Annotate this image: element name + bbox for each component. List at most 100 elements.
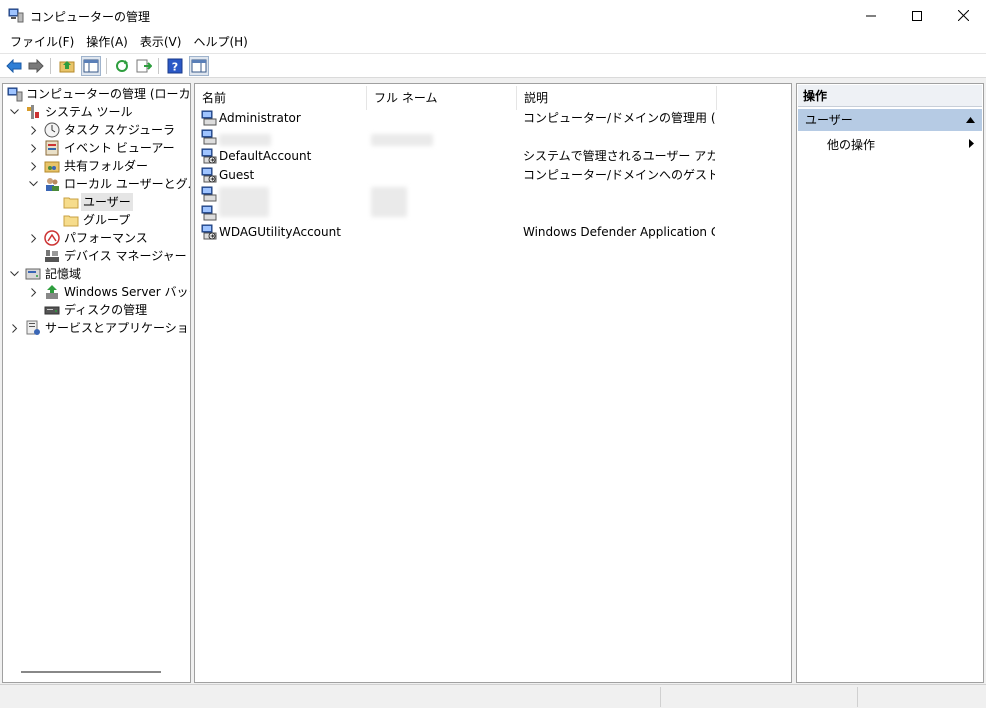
up-folder-icon	[59, 61, 75, 73]
disk-icon	[44, 306, 60, 315]
table-row[interactable]: DefaultAccount システムで管理されるユーザー アカウン...	[199, 147, 789, 166]
tree-label: 共有フォルダー	[64, 159, 149, 173]
clock-icon	[44, 122, 60, 138]
export-list-icon	[136, 59, 152, 73]
user-description: Windows Defender Application G...	[523, 225, 715, 239]
chevron-right-icon[interactable]	[10, 323, 20, 333]
help-button[interactable]: ?	[166, 57, 184, 75]
chevron-right-icon[interactable]	[29, 233, 39, 243]
forward-button[interactable]	[27, 57, 45, 75]
maximize-button[interactable]	[894, 0, 940, 31]
menu-view[interactable]: 表示(V)	[134, 31, 188, 53]
collapse-triangle-icon[interactable]	[966, 117, 975, 123]
user-disabled-icon	[201, 224, 217, 240]
user-list: 名前 フル ネーム 説明 Administrator コンピューター/ドメインの…	[194, 83, 792, 683]
shared-folder-icon	[44, 161, 60, 173]
maximize-icon	[912, 10, 922, 21]
tree-label: コンピューターの管理 (ローカル)	[26, 87, 191, 101]
user-disabled-icon	[201, 148, 217, 164]
user-icon	[201, 110, 217, 126]
tree-item-shared-folders[interactable]: 共有フォルダー	[3, 157, 190, 175]
action-section-users[interactable]: ユーザー	[798, 109, 982, 131]
tree-item-groups[interactable]: グループ	[3, 211, 190, 229]
performance-icon	[44, 230, 60, 246]
action-more-actions[interactable]: 他の操作	[827, 136, 875, 154]
device-manager-icon	[45, 250, 59, 262]
menu-file[interactable]: ファイル(F)	[4, 31, 80, 53]
minimize-icon	[866, 15, 876, 16]
tools-icon	[27, 105, 39, 119]
event-viewer-icon	[45, 140, 59, 156]
show-hide-action-pane-button[interactable]	[189, 56, 209, 76]
toolbar: ?	[0, 54, 986, 78]
forward-arrow-icon	[28, 59, 44, 73]
chevron-down-icon[interactable]	[28, 179, 38, 189]
up-folder-button[interactable]	[58, 57, 76, 75]
user-description: コンピューター/ドメインへのゲスト アクセ...	[523, 168, 715, 182]
column-header-description[interactable]: 説明	[517, 86, 717, 110]
tree-item-disk-management[interactable]: ディスクの管理	[3, 301, 190, 319]
user-name: Administrator	[219, 111, 301, 125]
services-icon	[26, 320, 40, 335]
tree-item-event-viewer[interactable]: イベント ビューアー	[3, 139, 190, 157]
tree-item-task-scheduler[interactable]: タスク スケジューラ	[3, 121, 190, 139]
tree-label: ユーザー	[81, 193, 133, 211]
chevron-right-icon[interactable]	[29, 143, 39, 153]
redacted-name	[219, 134, 271, 146]
submenu-arrow-icon	[969, 139, 974, 148]
minimize-button[interactable]	[848, 0, 894, 31]
status-divider	[660, 687, 661, 707]
column-header-name[interactable]: 名前	[195, 86, 367, 110]
tree-item-system-tools[interactable]: システム ツール	[3, 103, 190, 121]
action-pane: 操作 ユーザー 他の操作	[796, 83, 984, 683]
table-row[interactable]	[199, 185, 789, 217]
tree-label: Windows Server バックア	[64, 285, 190, 299]
table-row[interactable]	[199, 204, 789, 223]
user-name: WDAGUtilityAccount	[219, 225, 341, 239]
storage-icon	[25, 268, 41, 280]
table-row[interactable]	[199, 128, 789, 147]
table-row[interactable]: Administrator コンピューター/ドメインの管理用 (ビルト...	[199, 109, 789, 128]
chevron-right-icon[interactable]	[29, 161, 39, 171]
back-button[interactable]	[5, 57, 23, 75]
close-icon	[957, 10, 969, 21]
tree-item-services-apps[interactable]: サービスとアプリケーション	[3, 319, 191, 337]
table-row[interactable]: WDAGUtilityAccount Windows Defender Appl…	[199, 223, 789, 242]
action-item-label: 他の操作	[827, 138, 876, 152]
table-row[interactable]: Guest コンピューター/ドメインへのゲスト アクセ...	[199, 166, 789, 185]
tree-label: デバイス マネージャー	[64, 249, 187, 263]
chevron-right-icon[interactable]	[29, 125, 39, 135]
redacted-fullname	[371, 134, 433, 146]
tree-label: ディスクの管理	[64, 303, 148, 317]
menu-help[interactable]: ヘルプ(H)	[187, 31, 253, 53]
show-hide-tree-button[interactable]	[81, 56, 101, 76]
column-header-fullname[interactable]: フル ネーム	[367, 86, 517, 110]
tree-label: サービスとアプリケーション	[45, 321, 191, 335]
svg-text:?: ?	[172, 61, 178, 74]
chevron-down-icon[interactable]	[9, 107, 19, 117]
menu-action[interactable]: 操作(A)	[80, 31, 134, 53]
toolbar-divider	[158, 58, 159, 74]
tree-label: システム ツール	[45, 105, 133, 119]
tree-item-users[interactable]: ユーザー	[3, 193, 190, 211]
close-button[interactable]	[940, 0, 986, 31]
tree-item-performance[interactable]: パフォーマンス	[3, 229, 190, 247]
help-icon: ?	[167, 58, 183, 74]
user-disabled-icon	[201, 167, 217, 183]
chevron-down-icon[interactable]	[9, 269, 19, 279]
user-name: DefaultAccount	[219, 149, 312, 163]
tree-item-device-manager[interactable]: デバイス マネージャー	[3, 247, 190, 265]
backup-icon	[46, 285, 58, 299]
tree-item-root[interactable]: コンピューターの管理 (ローカル)	[3, 85, 191, 103]
tree-label: ローカル ユーザーとグループ	[64, 177, 190, 191]
users-group-icon	[46, 178, 59, 191]
export-list-button[interactable]	[135, 57, 153, 75]
tree-item-local-users-groups[interactable]: ローカル ユーザーとグループ	[3, 175, 190, 193]
back-arrow-icon	[6, 59, 22, 73]
refresh-button[interactable]	[113, 57, 131, 75]
tree-horizontal-scrollbar[interactable]	[21, 671, 161, 673]
console-tree: コンピューターの管理 (ローカル) システム ツール タスク スケジューラ イベ…	[2, 83, 191, 683]
tree-item-windows-server-backup[interactable]: Windows Server バックア	[3, 283, 190, 301]
chevron-right-icon[interactable]	[29, 287, 39, 297]
tree-item-storage[interactable]: 記憶域	[3, 265, 190, 283]
